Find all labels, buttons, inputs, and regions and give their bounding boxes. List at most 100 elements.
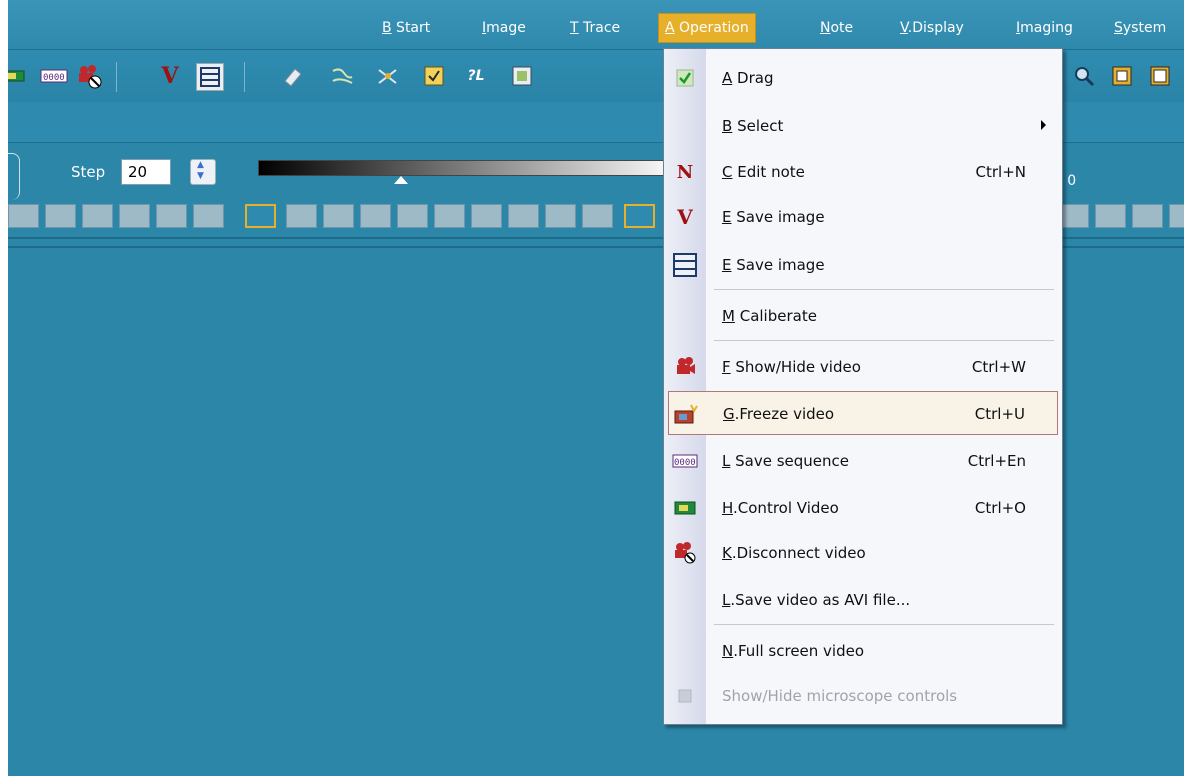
menu-note[interactable]: Note [814,14,859,42]
panel-tab[interactable] [8,153,20,200]
sequence-cell[interactable] [286,204,317,228]
menu-trace[interactable]: T Trace [564,14,626,42]
sequence-cell[interactable] [156,204,187,228]
submenu-arrow-icon [1041,120,1046,130]
menu-item-save-avi[interactable]: L.Save video as AVI file... [664,578,1062,622]
control-video-icon[interactable] [8,60,30,92]
sequence-cell[interactable] [45,204,76,228]
menu-item-label: E Save image [722,256,825,274]
menu-item-save-image-v[interactable]: V E Save image [664,195,1062,239]
menu-item-label: G.Freeze video [723,405,835,423]
step-label: Step [71,163,106,181]
video-camera-icon [664,345,706,389]
save-image-v-icon[interactable]: V [154,60,186,92]
menu-item-drag[interactable]: A Drag [664,56,1062,100]
spin-down-icon[interactable]: ▼ [197,171,204,181]
sequence-cell[interactable] [82,204,113,228]
menu-item-edit-note[interactable]: N C Edit note Ctrl+N [664,150,1062,194]
note-box-icon[interactable] [418,60,450,92]
sequence-cell[interactable] [471,204,502,228]
sequence-cell[interactable] [1169,204,1184,228]
menu-item-label: M Caliberate [722,307,817,325]
note-n-icon: N [676,161,694,183]
menu-item-label: Show/Hide microscope controls [722,687,958,705]
save-sequence-icon: 0000 [664,439,706,483]
menu-bar: B Start Image T Trace A Operation Note V… [8,0,1184,50]
menu-item-show-hide-video[interactable]: F Show/Hide video Ctrl+W [664,345,1062,389]
sequence-cell[interactable] [434,204,465,228]
menu-item-disconnect-video[interactable]: K.Disconnect video [664,531,1062,575]
sequence-cell[interactable] [323,204,354,228]
toolbar-divider [244,62,245,92]
sequence-cell[interactable] [1095,204,1126,228]
shortcut-label: Ctrl+W [971,358,1026,376]
disconnect-video-icon[interactable] [74,60,106,92]
sequence-cell[interactable] [545,204,576,228]
gray-level-slider[interactable] [258,160,680,176]
menu-start[interactable]: B Start [376,14,436,42]
sequence-cell[interactable] [508,204,539,228]
shortcut-label: Ctrl+U [974,405,1025,423]
shortcut-label: Ctrl+En [967,452,1026,470]
trace-icon[interactable] [326,60,358,92]
sequence-cell[interactable] [8,204,39,228]
shortcut-label: Ctrl+O [974,499,1026,517]
menu-separator [714,624,1054,625]
menu-item-label: H.Control Video [722,499,839,517]
sequence-cell[interactable] [1132,204,1163,228]
spin-up-icon[interactable]: ▲ [197,160,204,170]
measure-icon[interactable]: ?L [460,60,492,92]
toolbar-divider [116,62,117,92]
grid-numbers-icon[interactable] [506,60,538,92]
eraser-icon[interactable] [276,60,308,92]
menu-item-label: L.Save video as AVI file... [722,591,911,609]
freeze-video-icon [665,392,707,436]
menu-item-save-image-frame[interactable]: E Save image [664,243,1062,287]
check-icon [664,56,706,100]
menu-item-select[interactable]: B Select [664,104,1062,148]
menu-item-save-sequence[interactable]: 0000 L Save sequence Ctrl+En [664,439,1062,483]
menu-item-label: E Save image [722,208,825,226]
sequence-cell[interactable] [193,204,224,228]
save-image-v-icon: V [677,205,693,229]
menu-item-control-video[interactable]: H.Control Video Ctrl+O [664,486,1062,530]
menu-display[interactable]: V.Display [894,14,970,42]
shortcut-label: Ctrl+N [975,163,1026,181]
menu-item-label: N.Full screen video [722,642,865,660]
menu-item-freeze-video[interactable]: G.Freeze video Ctrl+U [668,391,1058,435]
slider-marker-icon[interactable] [394,176,408,184]
sequence-cell[interactable] [119,204,150,228]
sequence-cell[interactable] [582,204,613,228]
svg-text:0000: 0000 [43,73,65,83]
sequence-cell-selected[interactable] [624,204,655,228]
menu-imaging[interactable]: Imaging [1010,14,1079,42]
sequence-cell[interactable] [397,204,428,228]
sequence-cell[interactable] [360,204,391,228]
menu-item-microscope-controls: Show/Hide microscope controls [664,674,1062,718]
menu-item-label: A Drag [722,69,774,87]
menu-item-caliberate[interactable]: M Caliberate [664,294,1062,338]
menu-item-label: F Show/Hide video [722,358,861,376]
full-view-icon[interactable] [1144,60,1176,92]
app-window: B Start Image T Trace A Operation Note V… [8,0,1184,776]
sequence-cell-selected[interactable] [245,204,276,228]
menu-separator [714,289,1054,290]
menu-item-full-screen-video[interactable]: N.Full screen video [664,629,1062,673]
menu-image[interactable]: Image [476,14,532,42]
save-sequence-icon[interactable]: 0000 [38,60,70,92]
zoom-icon[interactable] [1068,60,1100,92]
step-input[interactable]: 20 [121,159,171,185]
cut-trace-icon[interactable] [372,60,404,92]
save-image-frame-icon[interactable] [196,63,224,91]
menu-item-label: L Save sequence [722,452,849,470]
menu-operation[interactable]: A Operation [658,13,756,43]
disconnect-video-icon [664,531,706,575]
svg-text:0000: 0000 [674,458,696,468]
operation-menu: A Drag B Select N C Edit note Ctrl+N V E… [663,48,1063,725]
menu-item-label: K.Disconnect video [722,544,866,562]
menu-system[interactable]: System [1108,14,1172,42]
menu-separator [714,340,1054,341]
step-spinner[interactable]: ▲ ▼ [190,159,216,185]
microscope-icon [664,674,706,718]
fit-window-icon[interactable] [1106,60,1138,92]
